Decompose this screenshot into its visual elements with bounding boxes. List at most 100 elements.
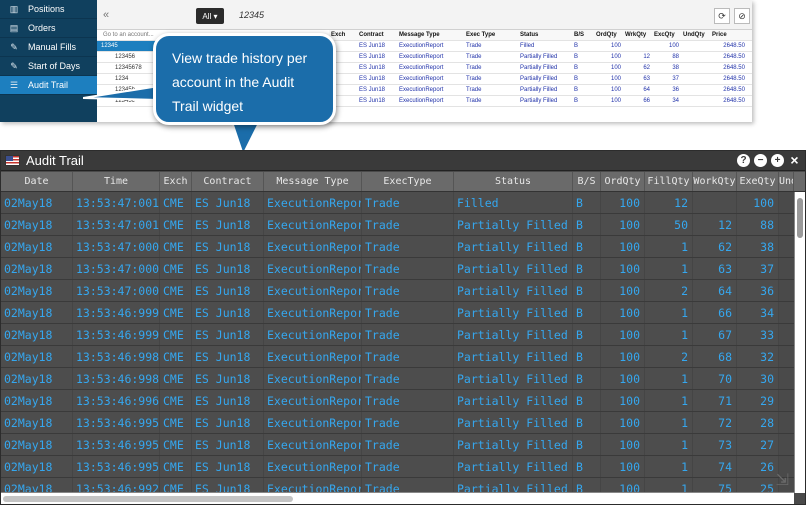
table-row[interactable]: 02May18 13:53:46:995 CME ES Jun18 ExecutionR…: [1, 434, 794, 456]
table-cell: Partially Filled: [454, 412, 573, 433]
selected-account-title: 12345: [239, 10, 265, 20]
table-row[interactable]: 02May18 13:53:47:001 CME ES Jun18 ExecutionR…: [1, 214, 794, 236]
table-cell: 02May18: [1, 368, 73, 389]
horizontal-scroll-thumb[interactable]: [3, 496, 293, 502]
table-cell: B: [573, 456, 601, 477]
column-header-exch[interactable]: Exch: [160, 172, 192, 191]
table-row[interactable]: 02May18 13:53:46:995 CME ES Jun18 ExecutionR…: [1, 456, 794, 478]
table-cell: 13:53:47:001: [73, 192, 160, 213]
table-cell: B: [573, 390, 601, 411]
widget-titlebar[interactable]: Audit Trail ? − + ×: [1, 151, 805, 171]
table-cell: ExecutionRepor: [264, 280, 362, 301]
cancel-icon[interactable]: ⊘: [734, 8, 750, 24]
order-grid-cell: Trade: [466, 98, 482, 104]
table-cell: 02May18: [1, 390, 73, 411]
column-header-time[interactable]: Time: [73, 172, 160, 191]
table-cell: 100: [601, 434, 645, 455]
table-cell: Trade: [362, 280, 454, 301]
table-row[interactable]: 02May18 13:53:46:999 CME ES Jun18 ExecutionR…: [1, 324, 794, 346]
table-cell: CME: [160, 478, 192, 493]
order-grid-header-cell[interactable]: Price: [710, 30, 747, 40]
collapse-icon[interactable]: «: [103, 9, 109, 21]
table-cell: 13:53:46:999: [73, 302, 160, 323]
table-row[interactable]: 02May18 13:53:46:996 CME ES Jun18 ExecutionR…: [1, 390, 794, 412]
minimize-icon[interactable]: −: [754, 154, 767, 167]
order-grid-header-cell[interactable]: B/S: [572, 30, 594, 40]
column-header-und[interactable]: Und: [779, 172, 794, 191]
order-grid-header-cell[interactable]: Status: [518, 30, 572, 40]
nav-item-orders[interactable]: ▤ Orders: [0, 19, 97, 38]
order-grid-header-cell[interactable]: ExcQty: [652, 30, 681, 40]
order-grid-header-cell[interactable]: Contract: [357, 30, 397, 40]
order-grid-header-cell[interactable]: Message Type: [397, 30, 464, 40]
nav-item-label: Manual Fills: [28, 42, 77, 52]
table-row[interactable]: 02May18 13:53:46:998 CME ES Jun18 ExecutionR…: [1, 368, 794, 390]
order-grid-header-cell[interactable]: WrkQty: [623, 30, 652, 40]
order-grid-header-cell[interactable]: Exch: [329, 30, 357, 40]
order-grid-row[interactable]: EES Jun18ExecutionReportTradeFilledB1001…: [329, 41, 752, 52]
nav-item-positions[interactable]: ▥ Positions: [0, 0, 97, 19]
vertical-scroll-thumb[interactable]: [797, 198, 803, 238]
table-cell: 100: [601, 192, 645, 213]
table-cell: Trade: [362, 434, 454, 455]
column-header-message-type[interactable]: Message Type: [264, 172, 362, 191]
order-grid-header-cell[interactable]: UndQty: [681, 30, 710, 40]
table-cell: ES Jun18: [192, 258, 264, 279]
table-cell: Partially Filled: [454, 346, 573, 367]
order-grid-row[interactable]: EES Jun18ExecutionReportTradePartially F…: [329, 63, 752, 74]
refresh-icon[interactable]: ⟳: [714, 8, 730, 24]
table-cell: B: [573, 214, 601, 235]
table-cell: 74: [693, 456, 737, 477]
column-header-workqty[interactable]: WorkQty: [693, 172, 737, 191]
column-header-exeqty[interactable]: ExeQty: [737, 172, 779, 191]
resize-icon[interactable]: ⇲: [776, 470, 789, 490]
table-cell: 13:53:46:995: [73, 412, 160, 433]
table-row[interactable]: 02May18 13:53:46:992 CME ES Jun18 ExecutionR…: [1, 478, 794, 493]
flag-icon: [5, 155, 20, 166]
table-cell: 13:53:46:995: [73, 434, 160, 455]
column-header-contract[interactable]: Contract: [192, 172, 264, 191]
close-icon[interactable]: ×: [788, 153, 801, 167]
nav-item-manual-fills[interactable]: ✎ Manual Fills: [0, 38, 97, 57]
table-cell: 1: [645, 302, 693, 323]
table-row[interactable]: 02May18 13:53:46:998 CME ES Jun18 ExecutionR…: [1, 346, 794, 368]
table-row[interactable]: 02May18 13:53:46:995 CME ES Jun18 ExecutionR…: [1, 412, 794, 434]
column-header-ordqty[interactable]: OrdQty: [601, 172, 645, 191]
order-grid-row[interactable]: EES Jun18ExecutionReportTradePartially F…: [329, 96, 752, 107]
column-header-status[interactable]: Status: [454, 172, 573, 191]
order-grid-cell: 36: [672, 87, 679, 93]
column-header-date[interactable]: Date: [1, 172, 73, 191]
order-grid-header-cell[interactable]: OrdQty: [594, 30, 623, 40]
table-cell: 13:53:46:998: [73, 346, 160, 367]
table-row[interactable]: 02May18 13:53:47:000 CME ES Jun18 ExecutionR…: [1, 258, 794, 280]
column-header-b-s[interactable]: B/S: [573, 172, 601, 191]
table-row[interactable]: 02May18 13:53:47:000 CME ES Jun18 ExecutionR…: [1, 236, 794, 258]
vertical-scrollbar[interactable]: [794, 192, 805, 493]
table-cell: 02May18: [1, 258, 73, 279]
help-icon[interactable]: ?: [737, 154, 750, 167]
table-row[interactable]: 02May18 13:53:47:000 CME ES Jun18 ExecutionR…: [1, 280, 794, 302]
table-row[interactable]: 02May18 13:53:47:001 CME ES Jun18 ExecutionR…: [1, 192, 794, 214]
order-grid-row[interactable]: EES Jun18ExecutionReportTradePartially F…: [329, 52, 752, 63]
order-grid-cell: [681, 74, 710, 84]
window-controls: ? − + ×: [737, 153, 801, 167]
table-row[interactable]: 02May18 13:53:46:999 CME ES Jun18 ExecutionR…: [1, 302, 794, 324]
order-grid-cell: 12: [643, 54, 650, 60]
table-cell: 1: [645, 478, 693, 493]
order-grid-cell: B: [574, 65, 579, 71]
account-filter-dropdown[interactable]: All ▾: [196, 8, 224, 24]
order-grid-cell: [681, 96, 710, 106]
table-cell: Partially Filled: [454, 478, 573, 493]
nav-item-start-of-days[interactable]: ✎ Start of Days: [0, 57, 97, 76]
nav-item-icon: ✎: [10, 41, 18, 52]
order-grid-header-cell[interactable]: Exec Type: [464, 30, 518, 40]
add-icon[interactable]: +: [771, 154, 784, 167]
horizontal-scrollbar[interactable]: [1, 492, 794, 504]
column-header-exectype[interactable]: ExecType: [362, 172, 454, 191]
order-grid-cell: 100: [610, 65, 621, 71]
order-grid-cell: Partially Filled: [520, 65, 558, 71]
column-header-fillqty[interactable]: FillQty: [645, 172, 693, 191]
order-grid-row[interactable]: EES Jun18ExecutionReportTradePartially F…: [329, 74, 752, 85]
table-cell: 1: [645, 236, 693, 257]
order-grid-row[interactable]: EES Jun18ExecutionReportTradePartially F…: [329, 85, 752, 96]
